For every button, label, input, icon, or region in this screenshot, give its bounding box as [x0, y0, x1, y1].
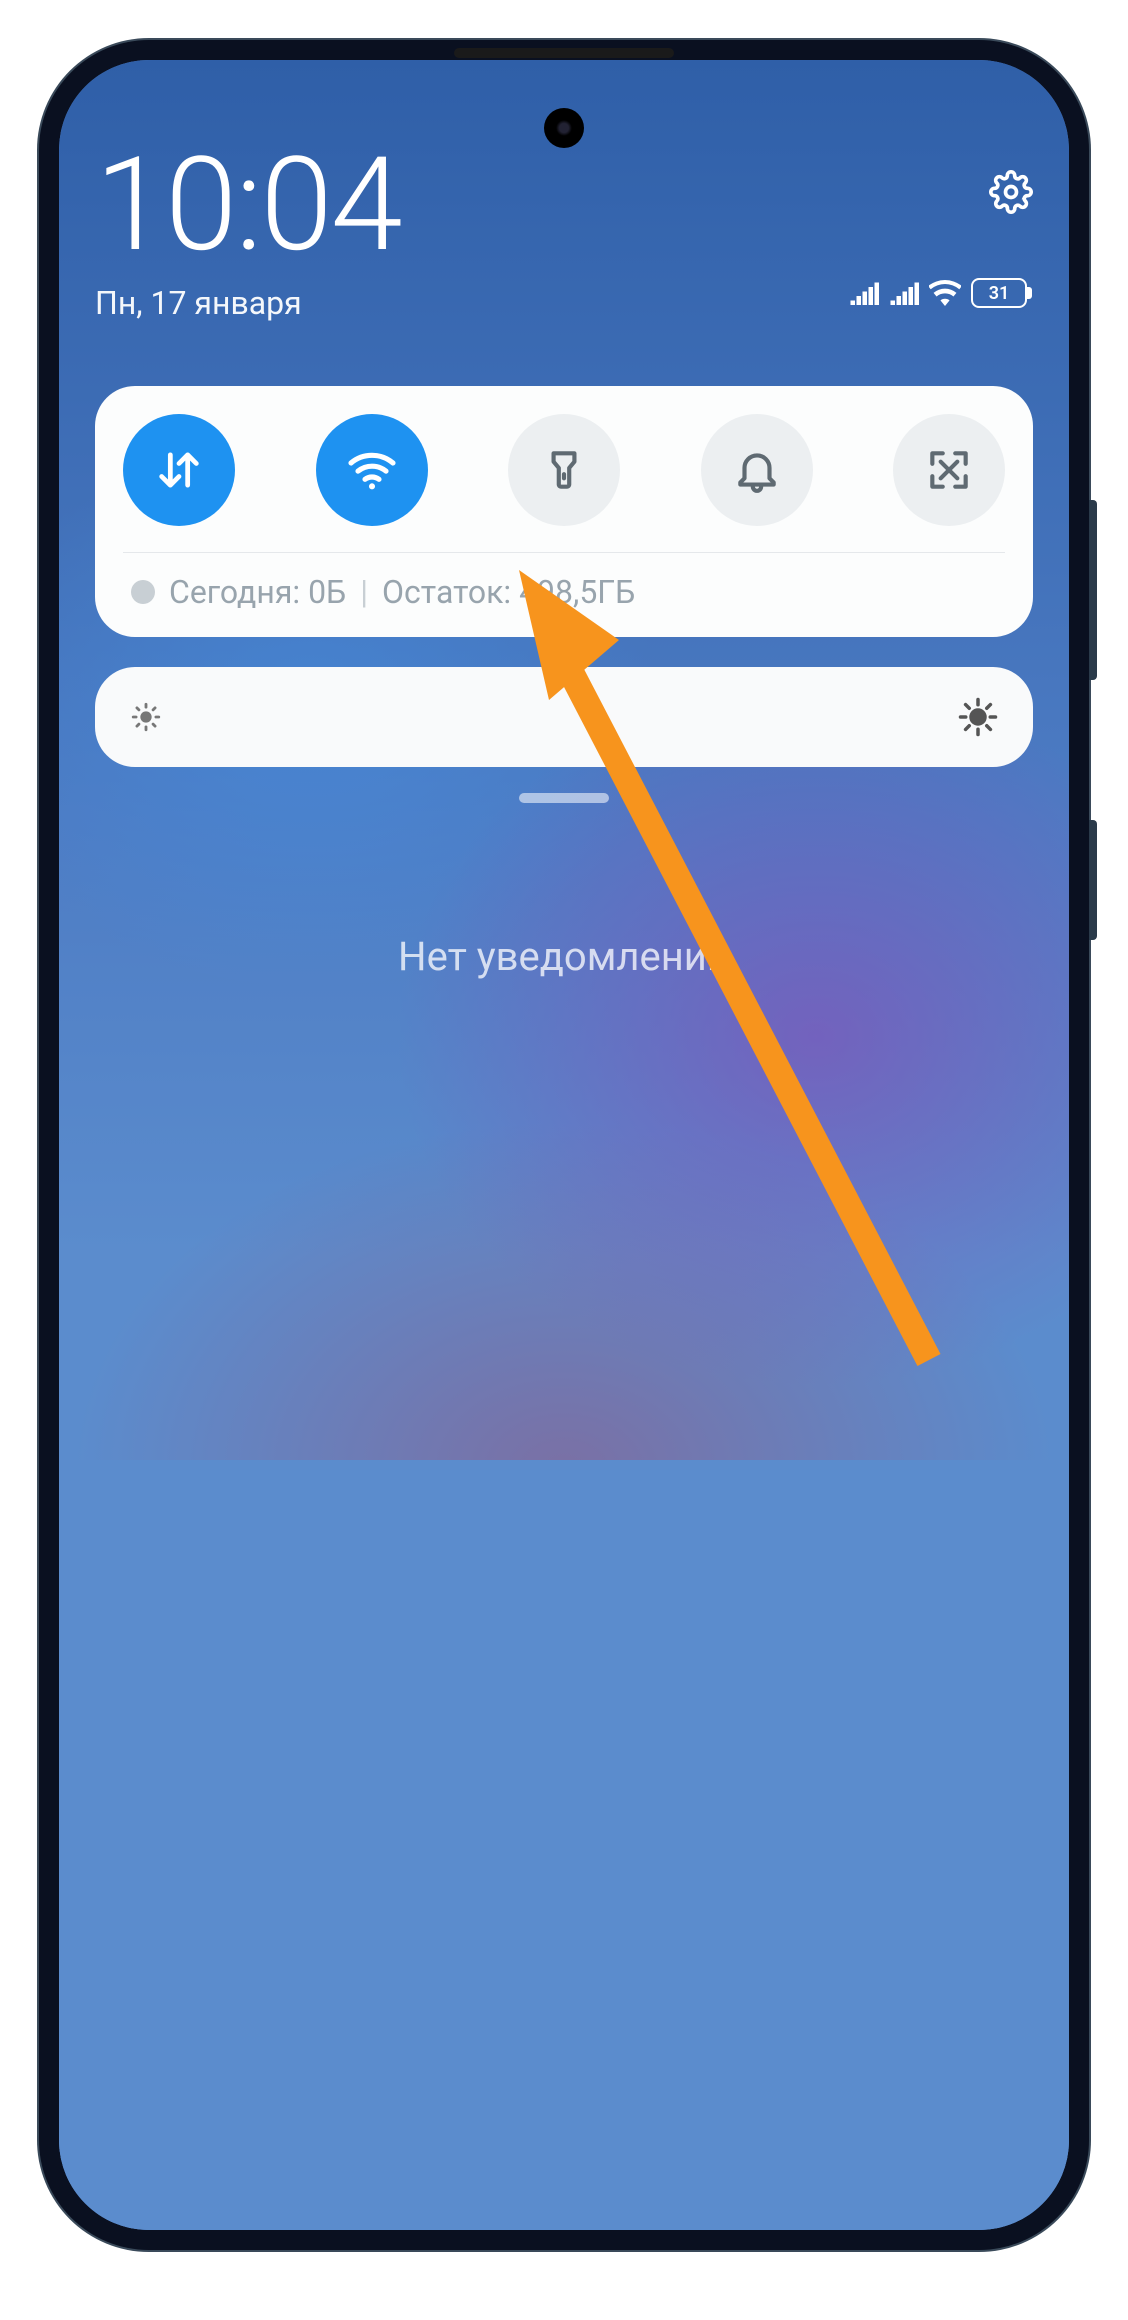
data-usage-today: Сегодня: 0Б [169, 573, 346, 611]
brightness-low-icon [129, 700, 163, 734]
quick-settings-panel: Сегодня: 0Б | Остаток: 498,5ГБ [95, 386, 1033, 637]
battery-indicator: 31 [971, 278, 1027, 308]
wifi-status-icon [929, 280, 961, 306]
data-usage-row[interactable]: Сегодня: 0Б | Остаток: 498,5ГБ [123, 569, 1005, 619]
battery-percent: 31 [989, 283, 1010, 304]
toggle-mobile-data[interactable] [123, 414, 235, 526]
status-date: Пн, 17 января [95, 284, 401, 322]
toggle-wifi[interactable] [316, 414, 428, 526]
drag-handle[interactable] [519, 793, 609, 803]
signal-sim1-icon [849, 281, 879, 305]
front-camera-notch [544, 108, 584, 148]
bell-icon [732, 445, 782, 495]
separator: | [360, 573, 368, 611]
data-usage-remaining: Остаток: 498,5ГБ [382, 573, 635, 611]
volume-button [1089, 500, 1097, 680]
no-notifications-text: Нет уведомлений [95, 933, 1033, 980]
toggle-do-not-disturb[interactable] [701, 414, 813, 526]
toggle-flashlight[interactable] [508, 414, 620, 526]
earpiece [454, 48, 674, 58]
brightness-slider[interactable] [95, 667, 1033, 767]
brightness-high-icon [957, 696, 999, 738]
mobile-data-icon [153, 444, 205, 496]
wifi-icon [344, 442, 400, 498]
phone-frame: 10:04 Пн, 17 января 31 [39, 40, 1089, 2250]
flashlight-icon [539, 445, 589, 495]
screenshot-icon [924, 445, 974, 495]
status-bar-icons: 31 [849, 278, 1027, 308]
data-usage-dot-icon [131, 580, 155, 604]
power-button [1089, 820, 1097, 940]
clock-time: 10:04 [95, 140, 401, 270]
signal-sim2-icon [889, 281, 919, 305]
toggle-screenshot[interactable] [893, 414, 1005, 526]
panel-divider [123, 552, 1005, 553]
settings-button[interactable] [989, 170, 1033, 214]
screen: 10:04 Пн, 17 января 31 [59, 60, 1069, 2230]
